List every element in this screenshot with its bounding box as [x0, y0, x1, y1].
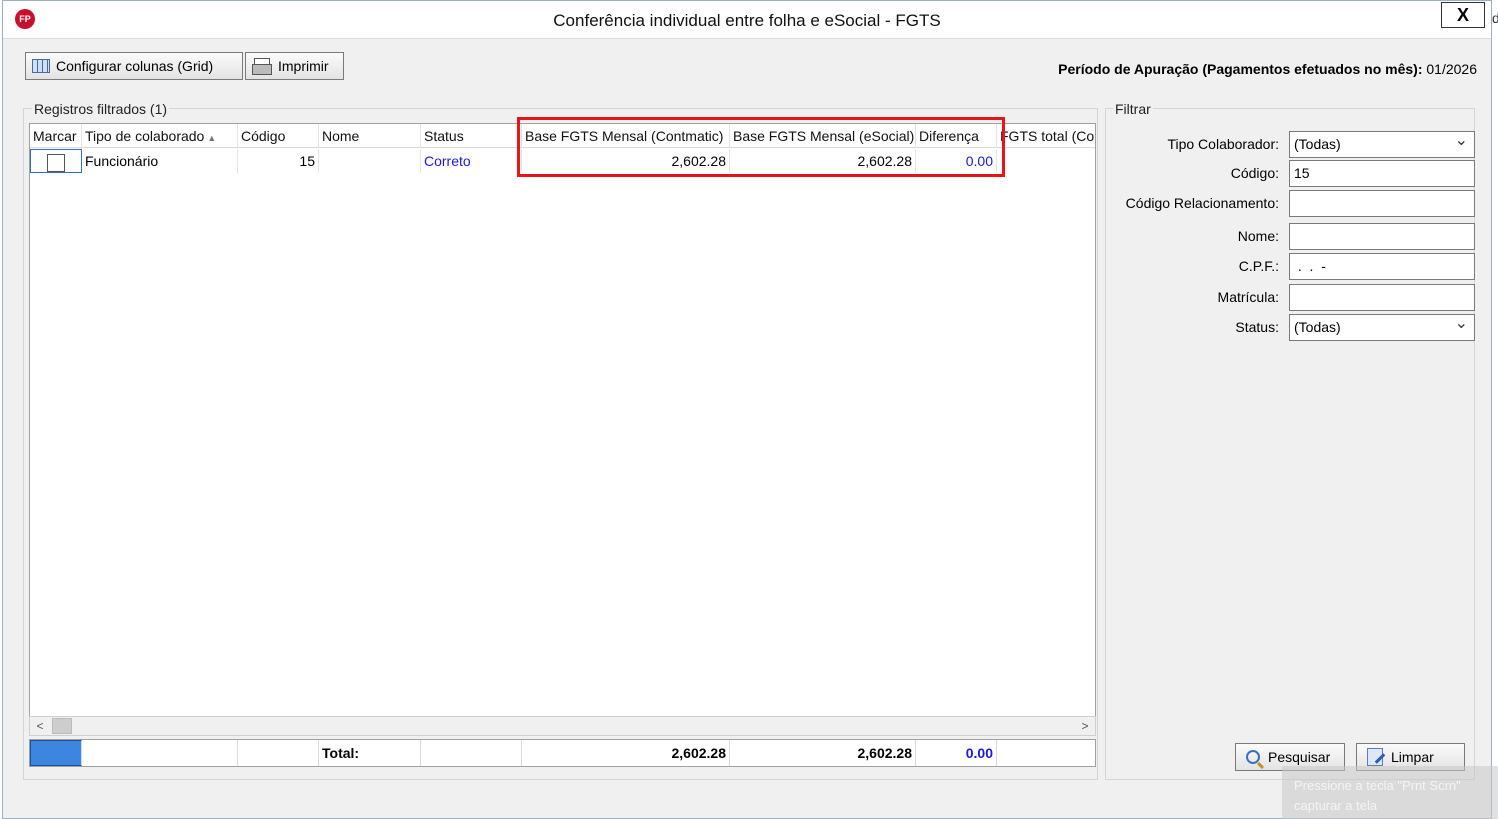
sort-ascending-icon: ▲	[207, 133, 217, 143]
totals-base-contmatic: 2,602.28	[522, 740, 730, 766]
filter-status: Status: (Todas)	[1106, 311, 1475, 342]
print-button[interactable]: Imprimir	[245, 52, 344, 80]
col-header-fgts-total[interactable]: FGTS total (Co	[997, 124, 1095, 148]
periodo-apuracao: Período de Apuração (Pagamentos efetuado…	[1058, 61, 1477, 77]
row-base-contmatic: 2,602.28	[522, 149, 730, 173]
registros-group-label: Registros filtrados (1)	[32, 101, 170, 117]
col-header-status[interactable]: Status	[421, 124, 522, 148]
filter-cpf: C.P.F.: . . -	[1106, 253, 1475, 281]
col-header-base-contmatic[interactable]: Base FGTS Mensal (Contmatic)	[522, 124, 730, 148]
dialog-window: FP Conferência individual entre folha e …	[2, 0, 1492, 819]
totals-row: Total: 2,602.28 2,602.28 0.00	[29, 739, 1096, 767]
printer-icon	[252, 58, 272, 75]
col-header-marcar[interactable]: Marcar	[30, 124, 82, 148]
hint-line-1: Pressione a tecla "Prnt Scrn"	[1294, 778, 1461, 793]
row-codigo: 15	[238, 149, 319, 173]
tipo-colaborador-select[interactable]: (Todas)	[1289, 128, 1475, 158]
filtrar-group: Tipo Colaborador: (Todas) Código: 15 Cód…	[1105, 108, 1475, 780]
codigo-relacionamento-label: Código Relacionamento:	[1125, 195, 1279, 211]
hint-line-2: capturar a tela	[1294, 798, 1378, 813]
totals-base-esocial: 2,602.28	[730, 740, 916, 766]
limpar-label: Limpar	[1391, 749, 1434, 765]
matricula-input[interactable]	[1289, 284, 1475, 311]
filter-tipo-colaborador: Tipo Colaborador: (Todas)	[1106, 128, 1475, 159]
background-window-edge: d	[1492, 0, 1498, 819]
print-label: Imprimir	[278, 58, 329, 74]
table-row[interactable]: Funcionário 15 Correto 2,602.28 2,602.28…	[30, 149, 1095, 173]
grid-header-row: Marcar Tipo de colaborado ▲ Código Nome S…	[30, 124, 1095, 148]
scroll-right-icon[interactable]: >	[1075, 717, 1095, 735]
codigo-relacionamento-input[interactable]	[1289, 190, 1475, 217]
row-nome	[319, 149, 421, 173]
scrollbar-thumb[interactable]	[52, 718, 72, 734]
totals-selector	[30, 740, 82, 766]
col-header-codigo[interactable]: Código	[238, 124, 319, 148]
clear-filter-icon	[1367, 748, 1383, 766]
pesquisar-label: Pesquisar	[1268, 749, 1331, 765]
totals-blank-status	[421, 740, 522, 766]
row-tipo: Funcionário	[82, 149, 238, 173]
matricula-label: Matrícula:	[1217, 289, 1279, 305]
col-header-diferenca[interactable]: Diferença	[916, 124, 997, 148]
totals-blank-codigo	[238, 740, 319, 766]
totals-label: Total:	[319, 740, 421, 766]
background-glyph: d	[1492, 10, 1498, 26]
col-header-tipo-label: Tipo de colaborado	[85, 128, 205, 144]
records-grid[interactable]: Marcar Tipo de colaborado ▲ Código Nome S…	[29, 123, 1096, 719]
nome-input[interactable]	[1289, 223, 1475, 250]
filter-nome: Nome:	[1106, 223, 1475, 251]
col-header-tipo[interactable]: Tipo de colaborado ▲	[82, 124, 238, 148]
filter-codigo: Código: 15	[1106, 160, 1475, 188]
window-title: Conferência individual entre folha e eSo…	[553, 11, 941, 30]
filter-matricula: Matrícula:	[1106, 284, 1475, 312]
totals-blank-fgts	[997, 740, 1097, 766]
row-diferenca: 0.00	[916, 149, 997, 173]
cpf-label: C.P.F.:	[1238, 258, 1279, 274]
horizontal-scrollbar[interactable]: < >	[29, 716, 1096, 736]
scroll-left-icon[interactable]: <	[30, 717, 50, 735]
totals-diferenca: 0.00	[916, 740, 997, 766]
row-marcar-cell[interactable]	[30, 149, 82, 173]
filter-codigo-relacionamento: Código Relacionamento:	[1106, 190, 1475, 218]
status-select[interactable]: (Todas)	[1289, 311, 1475, 341]
periodo-value: 01/2026	[1426, 61, 1477, 77]
row-base-esocial: 2,602.28	[730, 149, 916, 173]
codigo-label: Código:	[1230, 165, 1279, 181]
row-status: Correto	[421, 149, 522, 173]
col-header-nome[interactable]: Nome	[319, 124, 421, 148]
row-fgts-total	[997, 149, 1095, 173]
dialog-client-area: Configurar colunas (Grid) Imprimir Perío…	[13, 41, 1483, 809]
col-header-base-esocial[interactable]: Base FGTS Mensal (eSocial)	[730, 124, 916, 148]
configure-columns-label: Configurar colunas (Grid)	[56, 58, 214, 74]
row-checkbox[interactable]	[47, 154, 65, 172]
totals-blank-tipo	[82, 740, 238, 766]
title-bar: FP Conferência individual entre folha e …	[3, 1, 1491, 39]
filtrar-group-label: Filtrar	[1113, 101, 1153, 117]
status-label: Status:	[1235, 319, 1279, 335]
close-button[interactable]: X	[1441, 2, 1485, 28]
grid-columns-icon	[32, 59, 50, 73]
codigo-input[interactable]: 15	[1289, 160, 1475, 187]
nome-label: Nome:	[1237, 228, 1279, 244]
periodo-label: Período de Apuração (Pagamentos efetuado…	[1058, 61, 1423, 77]
configure-columns-button[interactable]: Configurar colunas (Grid)	[25, 52, 243, 80]
tipo-colaborador-label: Tipo Colaborador:	[1167, 136, 1279, 152]
search-icon	[1246, 750, 1260, 764]
screenshot-hint-overlay: Pressione a tecla "Prnt Scrn" capturar a…	[1282, 766, 1498, 819]
cpf-input[interactable]: . . -	[1289, 253, 1475, 280]
